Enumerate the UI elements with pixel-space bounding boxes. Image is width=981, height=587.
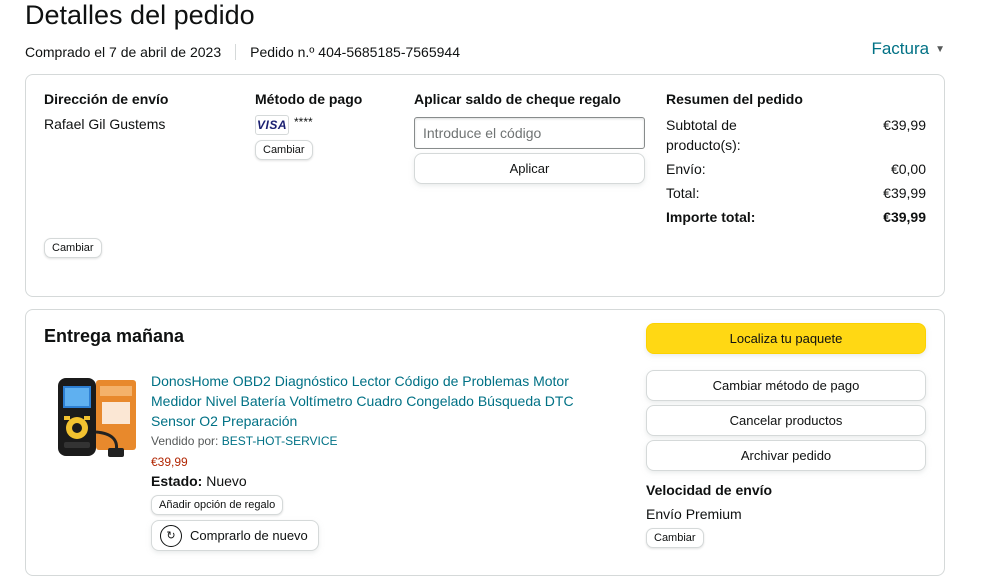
product-image[interactable] — [50, 372, 140, 462]
gift-heading: Aplicar saldo de cheque regalo — [414, 91, 621, 107]
invoice-dropdown[interactable]: Factura ▼ — [871, 39, 945, 59]
gift-code-input[interactable] — [414, 117, 645, 149]
summary-heading: Resumen del pedido — [666, 91, 803, 107]
payment-heading: Método de pago — [255, 91, 363, 107]
delivery-card: Entrega mañana DonosHome OBD2 Diagnóstic… — [25, 309, 945, 576]
shipping-heading: Dirección de envío — [44, 91, 169, 107]
chevron-down-icon: ▼ — [935, 43, 945, 55]
seller-link[interactable]: BEST-HOT-SERVICE — [222, 434, 338, 448]
summary-shipping-row: Envío: €0,00 — [666, 159, 926, 179]
sold-by-label: Vendido por: — [151, 434, 219, 448]
purchase-date: Comprado el 7 de abril de 2023 — [25, 44, 222, 60]
change-payment-method-button[interactable]: Cambiar método de pago — [646, 370, 926, 401]
summary-grand-row: Importe total: €39,99 — [666, 207, 926, 227]
shipping-speed-value: Envío Premium — [646, 506, 742, 522]
shipping-name: Rafael Gil Gustems — [44, 116, 166, 132]
shipping-cost-value: €0,00 — [890, 161, 926, 177]
visa-card-icon: VISA — [255, 115, 289, 135]
summary-total-row: Total: €39,99 — [666, 183, 926, 203]
product-state: Estado: Nuevo — [151, 473, 247, 489]
grand-total-value: €39,99 — [883, 209, 926, 225]
product-title-link[interactable]: DonosHome OBD2 Diagnóstico Lector Código… — [151, 371, 591, 431]
shipping-cost-label: Envío: — [666, 161, 706, 177]
change-address-button[interactable]: Cambiar — [44, 238, 102, 258]
change-speed-button[interactable]: Cambiar — [646, 528, 704, 548]
apply-gift-button[interactable]: Aplicar — [414, 153, 645, 184]
delivery-heading: Entrega mañana — [44, 326, 185, 346]
subtotal-value: €39,99 — [883, 117, 926, 133]
invoice-label: Factura — [871, 39, 930, 58]
state-label: Estado: — [151, 473, 203, 489]
buy-again-button[interactable]: ↻ Comprarlo de nuevo — [151, 520, 319, 551]
buy-again-icon: ↻ — [160, 524, 182, 547]
change-payment-button[interactable]: Cambiar — [255, 140, 313, 160]
obd-scanner-icon — [58, 378, 136, 457]
shipping-speed-heading: Velocidad de envío — [646, 482, 773, 498]
order-meta: Comprado el 7 de abril de 2023 Pedido n.… — [25, 44, 460, 60]
track-package-button[interactable]: Localiza tu paquete — [646, 323, 926, 354]
grand-total-label: Importe total: — [666, 209, 756, 225]
state-value: Nuevo — [206, 473, 247, 489]
summary-subtotal-row: Subtotal de producto(s): €39,99 — [666, 115, 926, 155]
order-number: Pedido n.º 404-5685185-7565944 — [250, 44, 460, 60]
total-value: €39,99 — [883, 185, 926, 201]
seller-info: Vendido por: BEST-HOT-SERVICE — [151, 434, 338, 448]
masked-card: **** — [294, 115, 313, 129]
archive-order-button[interactable]: Archivar pedido — [646, 440, 926, 471]
total-label: Total: — [666, 185, 700, 201]
product-price: €39,99 — [151, 455, 188, 469]
page-title: Detalles del pedido — [25, 0, 255, 30]
cancel-items-button[interactable]: Cancelar productos — [646, 405, 926, 436]
add-gift-option-button[interactable]: Añadir opción de regalo — [151, 495, 284, 515]
order-info-card: Dirección de envío Rafael Gil Gustems Ca… — [25, 74, 945, 297]
divider — [235, 44, 237, 60]
buy-again-label: Comprarlo de nuevo — [190, 528, 308, 543]
subtotal-label: Subtotal de producto(s): — [666, 117, 741, 153]
order-summary: Resumen del pedido Subtotal de producto(… — [666, 91, 926, 231]
